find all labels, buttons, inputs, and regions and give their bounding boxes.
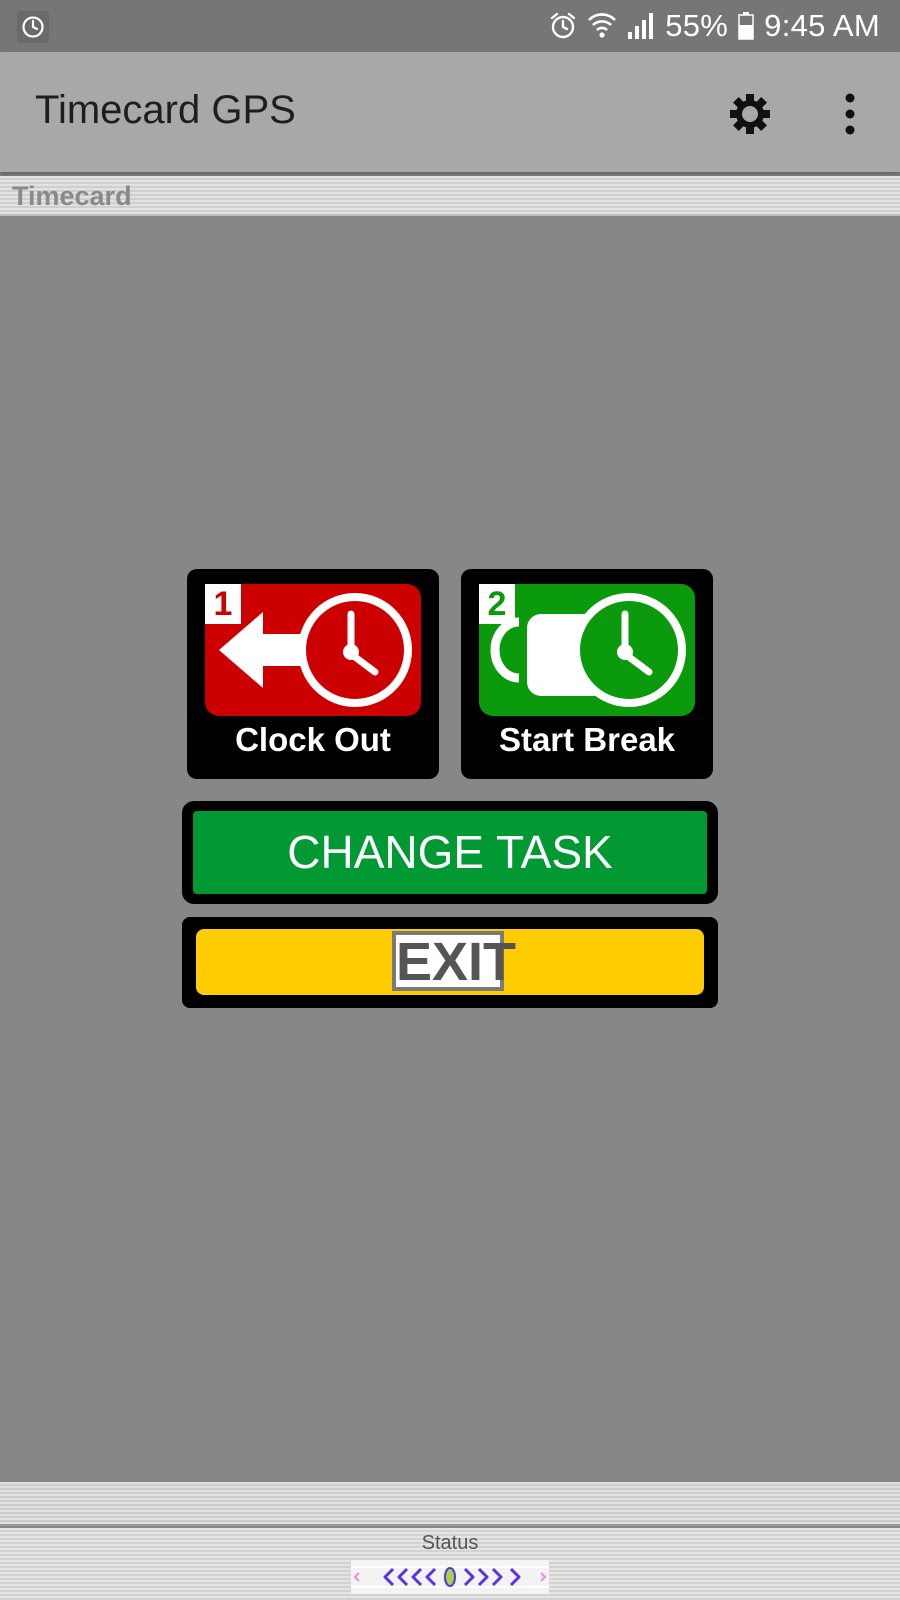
exit-label-box: EXIT	[392, 931, 517, 992]
overflow-menu-button[interactable]	[830, 90, 870, 138]
start-break-label: Start Break	[498, 721, 676, 758]
exit-face: EXIT	[196, 929, 704, 995]
chevrons-animation-icon	[351, 1566, 549, 1588]
change-task-label: CHANGE TASK	[287, 826, 613, 878]
section-header: Timecard	[0, 176, 900, 216]
start-break-button[interactable]: 2 Start Break	[461, 569, 713, 779]
clock-time: 9:45 AM	[764, 8, 880, 43]
app-bar: Timecard GPS	[0, 52, 900, 172]
alarm-icon	[551, 12, 576, 39]
status-panel[interactable]: Status	[0, 1528, 900, 1600]
more-vertical-icon	[845, 93, 855, 135]
settings-button[interactable]	[725, 89, 775, 139]
footer-divider	[0, 1482, 900, 1526]
start-break-art: 2	[479, 584, 695, 716]
wifi-icon	[588, 13, 617, 38]
status-label: Status	[421, 1532, 479, 1554]
settings-icon	[730, 94, 770, 134]
status-indicators: 55% 9:45 AM	[549, 0, 880, 52]
clock-out-button[interactable]: 1 Clock Out	[187, 569, 439, 779]
signal-icon	[628, 13, 654, 39]
clock-icon	[17, 11, 49, 43]
start-break-number: 2	[479, 584, 515, 624]
battery-icon	[738, 12, 754, 40]
exit-button[interactable]: EXIT	[182, 917, 718, 1008]
change-task-face: CHANGE TASK	[193, 811, 707, 894]
change-task-button[interactable]: CHANGE TASK	[182, 801, 718, 904]
app-title: Timecard GPS	[35, 88, 296, 132]
system-status-bar: 55% 9:45 AM	[0, 0, 900, 52]
clock-out-number: 1	[205, 584, 241, 624]
clock-out-art: 1	[205, 584, 421, 716]
battery-percent: 55%	[665, 8, 729, 43]
clock-out-label: Clock Out	[235, 721, 391, 758]
status-activity-indicator	[351, 1560, 549, 1594]
exit-label: EXIT	[396, 932, 517, 992]
section-title: Timecard	[12, 181, 132, 211]
